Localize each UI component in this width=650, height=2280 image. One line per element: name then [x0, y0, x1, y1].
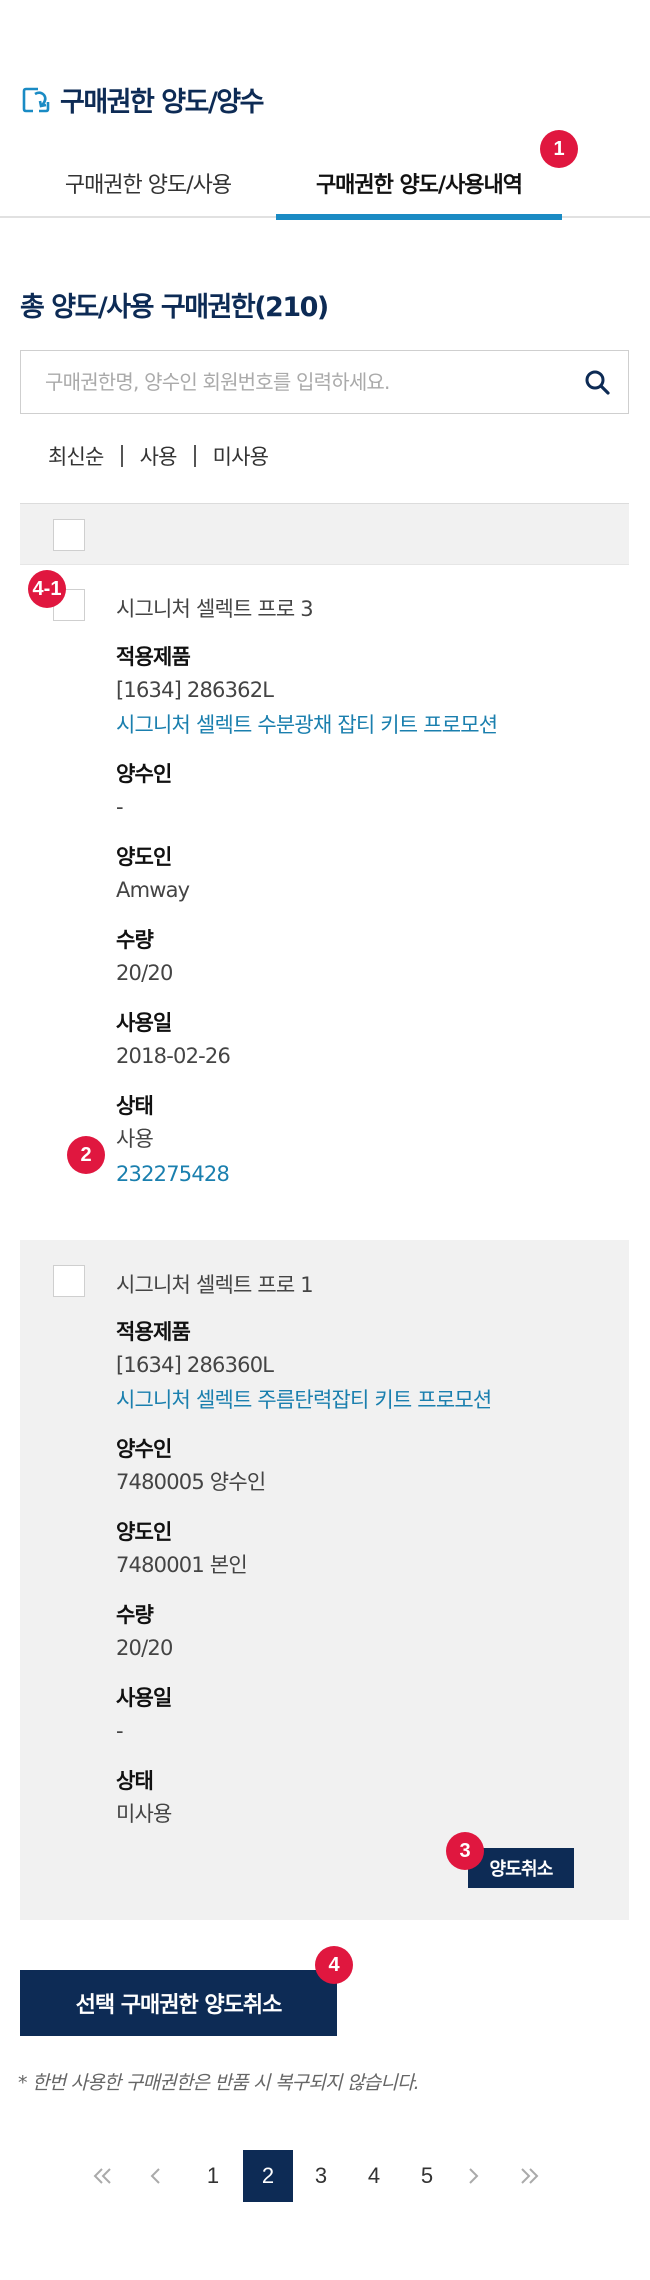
field-giver: 양도인 7480001 본인	[116, 1516, 248, 1583]
giver-value: 7480001 본인	[116, 1553, 248, 1577]
first-page-button[interactable]	[78, 2150, 128, 2202]
divider	[120, 445, 123, 467]
total-count-title: 총 양도/사용 구매권한(210)	[20, 292, 329, 323]
page-5[interactable]: 5	[402, 2150, 452, 2202]
tab-transfer-use[interactable]: 구매권한 양도/사용	[38, 148, 258, 218]
search-icon	[585, 370, 610, 395]
field-label: 양수인	[116, 1437, 172, 1461]
field-receiver: 양수인 7480005 양수인	[116, 1433, 266, 1500]
quantity-value: 20/20	[116, 1636, 173, 1660]
last-page-button[interactable]	[504, 2150, 554, 2202]
double-chevron-left-icon	[93, 2168, 111, 2184]
field-label: 양도인	[116, 1520, 172, 1544]
product-link[interactable]: 시그니처 셀렉트 주름탄력잡티 키트 프로모션	[116, 1383, 492, 1418]
field-status: 상태 미사용	[116, 1765, 172, 1832]
page-1[interactable]: 1	[188, 2150, 238, 2202]
field-quantity: 수량 20/20	[116, 924, 173, 991]
page-4[interactable]: 4	[349, 2150, 399, 2202]
page-3[interactable]: 3	[296, 2150, 346, 2202]
chevron-right-icon	[469, 2168, 479, 2184]
field-receiver: 양수인 -	[116, 758, 172, 825]
double-chevron-right-icon	[521, 2168, 539, 2184]
receiver-value: -	[116, 795, 124, 819]
use-date-value: -	[116, 1719, 124, 1743]
field-label: 상태	[116, 1094, 154, 1118]
annotation-badge-4: 4	[315, 1946, 353, 1984]
page-2-current[interactable]: 2	[243, 2150, 293, 2202]
field-label: 상태	[116, 1769, 154, 1793]
item-title: 시그니처 셀렉트 프로 3	[116, 597, 314, 621]
field-label: 양수인	[116, 762, 172, 786]
status-value: 미사용	[116, 1802, 172, 1826]
field-use-date: 사용일 2018-02-26	[116, 1007, 231, 1074]
divider	[193, 445, 196, 467]
prev-page-button[interactable]	[131, 2150, 181, 2202]
item-title: 시그니처 셀렉트 프로 1	[116, 1273, 314, 1297]
field-label: 적용제품	[116, 1320, 191, 1344]
annotation-badge-4-1: 4-1	[28, 570, 66, 608]
field-label: 사용일	[116, 1011, 172, 1035]
filter-used[interactable]: 사용	[140, 441, 178, 471]
annotation-badge-1: 1	[540, 130, 578, 168]
bulk-cancel-button[interactable]: 선택 구매권한 양도취소	[20, 1970, 337, 2036]
page-header: 구매권한 양도/양수	[21, 80, 264, 119]
item-checkbox[interactable]	[53, 1265, 85, 1297]
field-quantity: 수량 20/20	[116, 1599, 173, 1666]
page-title: 구매권한 양도/양수	[60, 87, 264, 118]
product-code: [1634] 286362L	[116, 678, 274, 702]
cancel-transfer-button[interactable]: 양도취소	[468, 1848, 574, 1888]
field-status: 상태 사용 232275428	[116, 1090, 230, 1192]
pagination: 1 2 3 4 5	[78, 2150, 578, 2202]
annotation-badge-2: 2	[67, 1136, 105, 1174]
select-all-checkbox[interactable]	[53, 519, 85, 551]
next-page-button[interactable]	[448, 2150, 498, 2202]
giver-value: Amway	[116, 878, 190, 902]
order-number-link[interactable]: 232275428	[116, 1157, 230, 1192]
tab-transfer-history[interactable]: 구매권한 양도/사용내역	[276, 148, 562, 220]
sort-latest[interactable]: 최신순	[48, 441, 104, 471]
field-label: 수량	[116, 1603, 154, 1627]
quantity-value: 20/20	[116, 961, 173, 985]
annotation-badge-3: 3	[446, 1832, 484, 1870]
field-giver: 양도인 Amway	[116, 841, 190, 908]
search-button[interactable]	[580, 365, 614, 399]
search-input[interactable]	[21, 351, 561, 412]
field-label: 적용제품	[116, 645, 191, 669]
field-label: 양도인	[116, 845, 172, 869]
transfer-icon	[22, 87, 50, 112]
field-label: 수량	[116, 928, 154, 952]
field-product: 적용제품 [1634] 286360L 시그니처 셀렉트 주름탄력잡티 키트 프…	[116, 1316, 492, 1418]
list-item: 시그니처 셀렉트 프로 3 적용제품 [1634] 286362L 시그니처 셀…	[20, 565, 629, 1186]
field-use-date: 사용일 -	[116, 1682, 172, 1749]
field-product: 적용제품 [1634] 286362L 시그니처 셀렉트 수분광채 잡티 키트 …	[116, 641, 498, 743]
filter-unused[interactable]: 미사용	[213, 441, 269, 471]
chevron-left-icon	[150, 2168, 160, 2184]
use-date-value: 2018-02-26	[116, 1044, 231, 1068]
status-value: 사용	[116, 1127, 154, 1151]
product-link[interactable]: 시그니처 셀렉트 수분광채 잡티 키트 프로모션	[116, 708, 498, 743]
select-all-bar	[20, 503, 629, 565]
product-code: [1634] 286360L	[116, 1353, 274, 1377]
notice-text: * 한번 사용한 구매권한은 반품 시 복구되지 않습니다.	[18, 2072, 420, 2094]
sort-filter: 최신순 사용 미사용	[48, 441, 269, 471]
list-item: 시그니처 셀렉트 프로 1 적용제품 [1634] 286360L 시그니처 셀…	[20, 1240, 629, 1920]
receiver-value: 7480005 양수인	[116, 1470, 266, 1494]
field-label: 사용일	[116, 1686, 172, 1710]
search-box	[20, 350, 629, 414]
